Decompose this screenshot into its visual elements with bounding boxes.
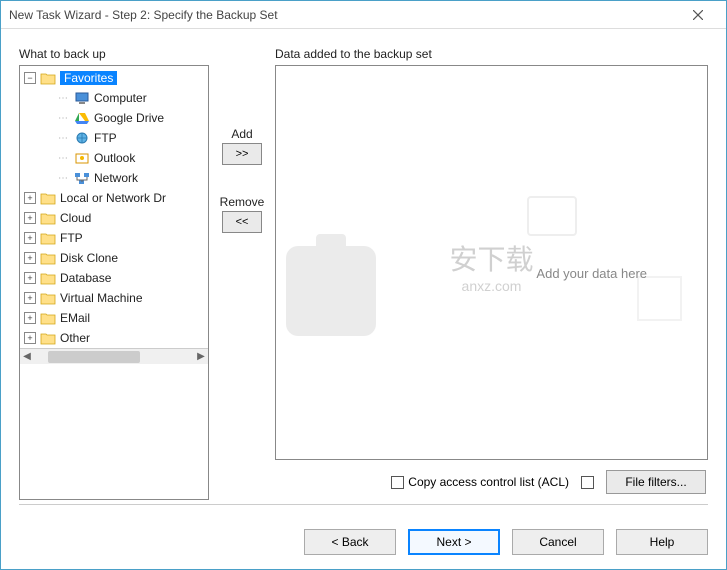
tree-item-favorites[interactable]: − Favorites [20,68,208,88]
folder-icon [40,331,56,345]
expand-icon[interactable]: + [24,292,36,304]
titlebar: New Task Wizard - Step 2: Specify the Ba… [1,1,726,29]
expand-icon[interactable]: + [24,252,36,264]
main-area: What to back up − Favorites ⋯ Computer ⋯ Goog… [19,47,708,500]
tree-label: Disk Clone [60,251,118,265]
watermark-text: 安下载anxz.com [449,237,533,293]
tree-label: Outlook [94,151,135,165]
network-icon [74,171,90,185]
tree-label: Cloud [60,211,91,225]
tree-item[interactable]: ⋯ Google Drive [20,108,208,128]
folder-icon [40,71,56,85]
left-panel: What to back up − Favorites ⋯ Computer ⋯ Goog… [19,47,209,500]
tree-item[interactable]: + Other [20,328,208,348]
expand-icon[interactable]: + [24,312,36,324]
tree-item[interactable]: + Local or Network Dr [20,188,208,208]
tree-connector-icon: ⋯ [58,93,74,104]
help-button[interactable]: Help [616,529,708,555]
backup-set-area[interactable]: 安下载anxz.com Add your data here [275,65,708,460]
tree-label: EMail [60,311,90,325]
tree-item[interactable]: ⋯ FTP [20,128,208,148]
footer-separator [19,504,708,505]
folder-icon [40,271,56,285]
tree-item[interactable]: + Virtual Machine [20,288,208,308]
scroll-left-icon[interactable]: ◀ [20,351,34,362]
expand-icon[interactable]: + [24,192,36,204]
transfer-buttons: Add >> Remove << [215,47,269,500]
tree-horizontal-scrollbar[interactable]: ◀ ▶ [20,348,208,364]
collapse-icon[interactable]: − [24,72,36,84]
tree-label: Google Drive [94,111,164,125]
watermark-gears-icon [637,276,682,321]
tree-label: Other [60,331,90,345]
close-button[interactable] [678,3,718,27]
right-label: Data added to the backup set [275,47,708,61]
extra-checkbox[interactable] [581,476,594,489]
tree-connector-icon: ⋯ [58,113,74,124]
tree-label: FTP [94,131,117,145]
source-tree[interactable]: − Favorites ⋯ Computer ⋯ Google Drive ⋯ FTP ⋯ Out… [19,65,209,500]
tree-label: Network [94,171,138,185]
acl-checkbox[interactable] [391,476,404,489]
tree-connector-icon: ⋯ [58,153,74,164]
computer-icon [74,91,90,105]
tree-label: Computer [94,91,147,105]
tree-label: Virtual Machine [60,291,143,305]
back-button[interactable]: < Back [304,529,396,555]
folder-icon [40,211,56,225]
folder-icon [40,251,56,265]
tree-item[interactable]: + Cloud [20,208,208,228]
expand-icon[interactable]: + [24,332,36,344]
tree-item[interactable]: ⋯ Computer [20,88,208,108]
watermark-shield-icon [286,246,376,336]
add-label: Add [231,127,252,141]
tree-item[interactable]: + FTP [20,228,208,248]
tree-item[interactable]: ⋯ Outlook [20,148,208,168]
folder-icon [40,291,56,305]
outlook-icon [74,151,90,165]
ftp-icon [74,131,90,145]
tree-label: Database [60,271,111,285]
acl-checkbox-wrap[interactable]: Copy access control list (ACL) [391,475,569,489]
folder-icon [40,231,56,245]
cancel-button[interactable]: Cancel [512,529,604,555]
content: What to back up − Favorites ⋯ Computer ⋯ Goog… [1,29,726,523]
add-button[interactable]: >> [222,143,262,165]
tree-item[interactable]: ⋯ Network [20,168,208,188]
right-panel: Data added to the backup set 安下载anxz.com… [275,47,708,500]
tree-connector-icon: ⋯ [58,173,74,184]
tree-item[interactable]: + EMail [20,308,208,328]
acl-label: Copy access control list (ACL) [408,475,569,489]
folder-icon [40,191,56,205]
scroll-right-icon[interactable]: ▶ [194,351,208,362]
window-title: New Task Wizard - Step 2: Specify the Ba… [9,8,678,22]
options-row: Copy access control list (ACL) File filt… [275,460,708,500]
folder-icon [40,311,56,325]
placeholder-text: Add your data here [536,266,647,281]
tree-connector-icon: ⋯ [58,133,74,144]
footer: < Back Next > Cancel Help [1,523,726,569]
watermark-computer-icon [527,196,577,236]
tree-item[interactable]: + Disk Clone [20,248,208,268]
expand-icon[interactable]: + [24,212,36,224]
gdrive-icon [74,111,90,125]
tree-label: Favorites [60,71,117,85]
expand-icon[interactable]: + [24,232,36,244]
file-filters-button[interactable]: File filters... [606,470,706,494]
scroll-thumb[interactable] [48,351,140,363]
left-label: What to back up [19,47,209,61]
remove-label: Remove [220,195,265,209]
tree-label: FTP [60,231,83,245]
tree-item[interactable]: + Database [20,268,208,288]
remove-button[interactable]: << [222,211,262,233]
next-button[interactable]: Next > [408,529,500,555]
tree-label: Local or Network Dr [60,191,166,205]
expand-icon[interactable]: + [24,272,36,284]
